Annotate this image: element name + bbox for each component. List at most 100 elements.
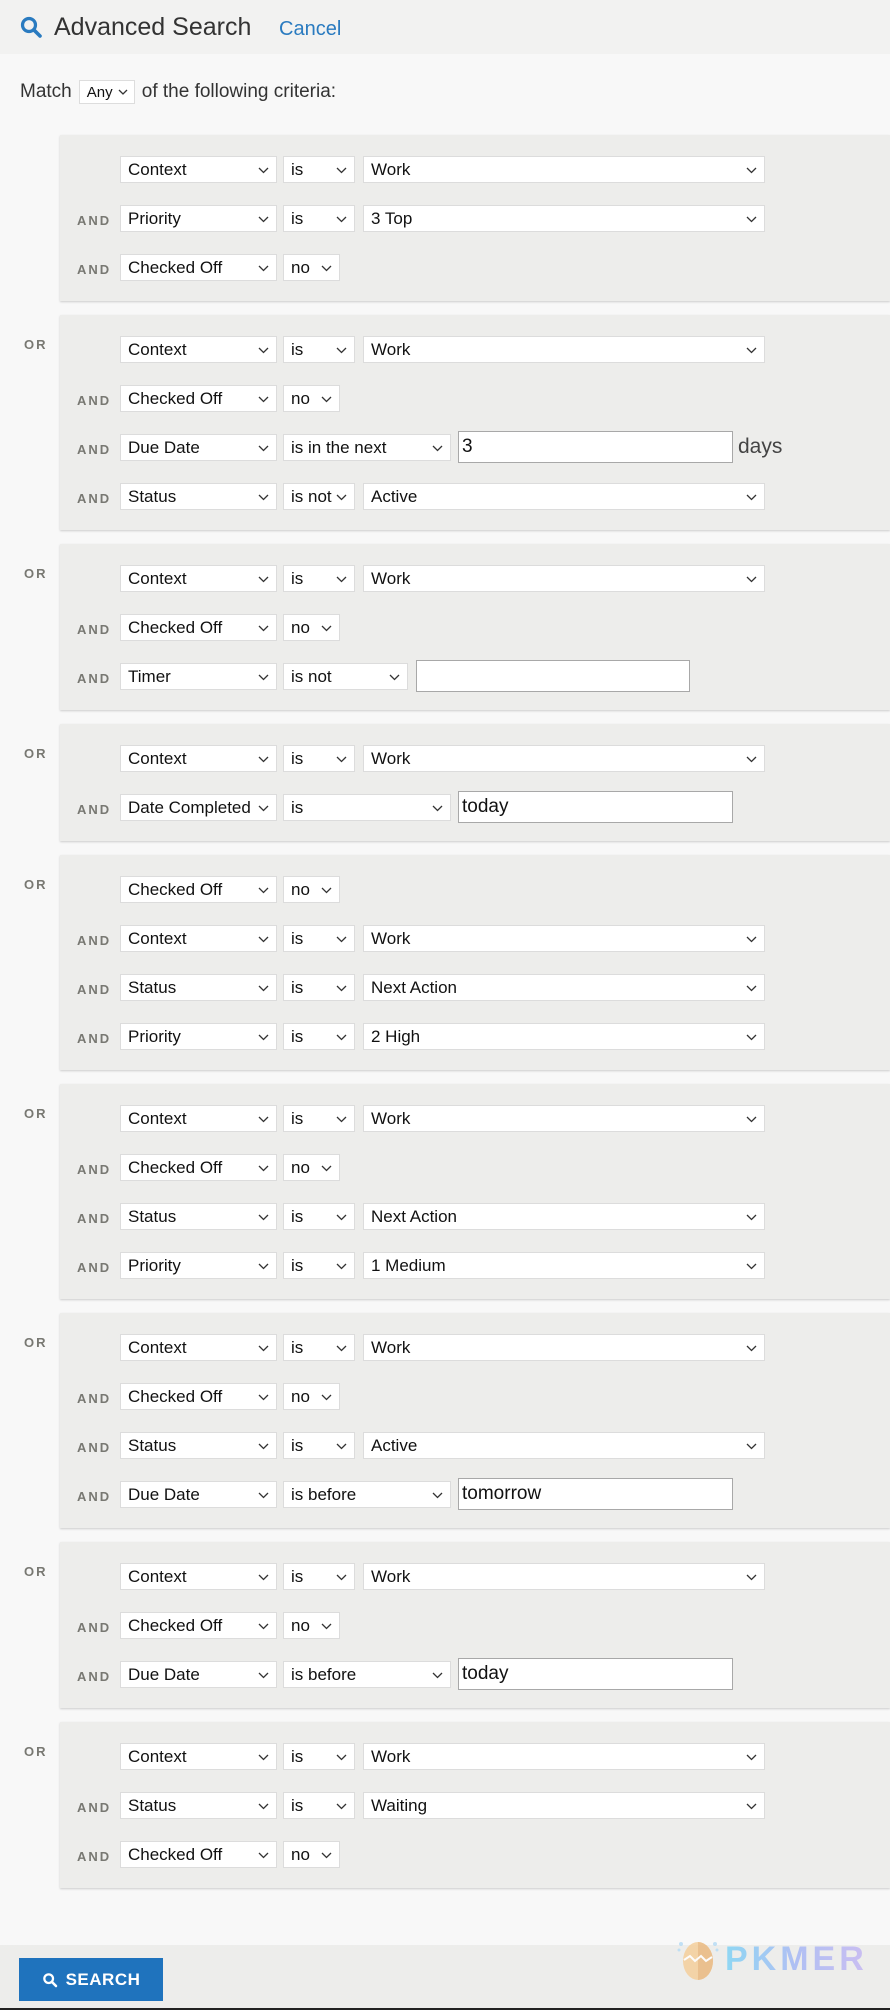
operator-select[interactable]: is in the next [283,434,451,461]
operator-select[interactable]: is [283,925,355,952]
operator-select[interactable]: is not [283,483,355,510]
field-select[interactable]: Context [120,565,277,592]
value-select[interactable]: Work [363,156,765,183]
operator-select[interactable]: no [283,614,340,641]
cancel-link[interactable]: Cancel [279,18,341,41]
value-input[interactable]: 3 [458,431,733,463]
operator-select[interactable]: no [283,1154,340,1181]
field-select[interactable]: Status [120,1432,277,1459]
value-select[interactable]: Work [363,745,765,772]
field-select[interactable]: Context [120,1334,277,1361]
value-select[interactable]: Next Action [363,974,765,1001]
value-select[interactable]: Work [363,1563,765,1590]
value-select[interactable]: Active [363,1432,765,1459]
operator-select[interactable]: is before [283,1661,451,1688]
field-select[interactable]: Context [120,336,277,363]
chevron-down-icon [321,265,332,272]
criteria-group-box: Context is Work AND Priority is 3 Top AND Checke… [60,135,890,301]
value-input[interactable]: today [458,791,733,823]
field-select[interactable]: Context [120,1743,277,1770]
value-input[interactable]: tomorrow [458,1478,733,1510]
operator-select-value: is [291,748,304,768]
value-select[interactable]: Work [363,1743,765,1770]
value-input[interactable] [416,660,690,692]
value-select[interactable]: Next Action [363,1203,765,1230]
operator-select[interactable]: is [283,1563,355,1590]
operator-select[interactable]: no [283,876,340,903]
field-select[interactable]: Priority [120,1023,277,1050]
field-select[interactable]: Checked Off [120,1612,277,1639]
chevron-down-icon [746,347,757,354]
value-select[interactable]: 1 Medium [363,1252,765,1279]
field-select[interactable]: Due Date [120,434,277,461]
field-select[interactable]: Date Completed [120,794,277,821]
operator-select[interactable]: is [283,1203,355,1230]
field-select[interactable]: Context [120,156,277,183]
operator-select[interactable]: is [283,1023,355,1050]
operator-select[interactable]: no [283,1383,340,1410]
operator-select[interactable]: is [283,565,355,592]
field-select[interactable]: Status [120,974,277,1001]
value-select[interactable]: Active [363,483,765,510]
value-select-value: Active [371,486,418,506]
operator-select[interactable]: is before [283,1481,451,1508]
match-mode-select[interactable]: Any [78,80,135,104]
operator-select[interactable]: is [283,794,451,821]
field-select[interactable]: Timer [120,663,277,690]
value-select[interactable]: Work [363,1334,765,1361]
value-select[interactable]: Work [363,565,765,592]
field-select[interactable]: Checked Off [120,614,277,641]
field-select[interactable]: Priority [120,1252,277,1279]
field-select[interactable]: Status [120,1203,277,1230]
field-select[interactable]: Due Date [120,1661,277,1688]
value-select[interactable]: 2 High [363,1023,765,1050]
operator-select[interactable]: no [283,1841,340,1868]
field-select[interactable]: Checked Off [120,876,277,903]
field-select[interactable]: Checked Off [120,1154,277,1181]
operator-select-value: is [291,1746,304,1766]
field-select[interactable]: Context [120,925,277,952]
field-select[interactable]: Context [120,745,277,772]
chevron-down-icon [258,347,269,354]
operator-select[interactable]: is not [283,663,408,690]
and-connector: AND [77,262,112,277]
field-select[interactable]: Status [120,483,277,510]
field-select-value: Status [128,1795,177,1815]
search-button[interactable]: SEARCH [19,1958,163,2001]
operator-select-value: is [291,1108,304,1128]
operator-select[interactable]: is [283,1792,355,1819]
value-select[interactable]: Work [363,925,765,952]
chevron-down-icon [321,887,332,894]
operator-select[interactable]: is [283,1252,355,1279]
field-select[interactable]: Checked Off [120,1841,277,1868]
operator-select[interactable]: is [283,1334,355,1361]
value-select[interactable]: 3 Top [363,205,765,232]
field-select[interactable]: Checked Off [120,254,277,281]
operator-select[interactable]: is [283,1432,355,1459]
value-select[interactable]: Work [363,336,765,363]
field-select[interactable]: Priority [120,205,277,232]
operator-select-value: no [291,388,310,408]
operator-select[interactable]: is [283,205,355,232]
operator-select[interactable]: is [283,745,355,772]
chevron-down-icon [746,1263,757,1270]
field-select[interactable]: Checked Off [120,1383,277,1410]
operator-select[interactable]: is [283,336,355,363]
operator-select[interactable]: no [283,254,340,281]
operator-select[interactable]: is [283,156,355,183]
field-select[interactable]: Context [120,1563,277,1590]
value-select[interactable]: Work [363,1105,765,1132]
field-select[interactable]: Status [120,1792,277,1819]
criteria-row: Context is Work [60,1105,890,1132]
operator-select[interactable]: no [283,385,340,412]
operator-select[interactable]: is [283,1743,355,1770]
field-select[interactable]: Checked Off [120,385,277,412]
value-select[interactable]: Waiting [363,1792,765,1819]
operator-select[interactable]: no [283,1612,340,1639]
operator-select[interactable]: is [283,974,355,1001]
value-input[interactable]: today [458,1658,733,1690]
field-select[interactable]: Context [120,1105,277,1132]
operator-select[interactable]: is [283,1105,355,1132]
field-select[interactable]: Due Date [120,1481,277,1508]
chevron-down-icon [258,265,269,272]
